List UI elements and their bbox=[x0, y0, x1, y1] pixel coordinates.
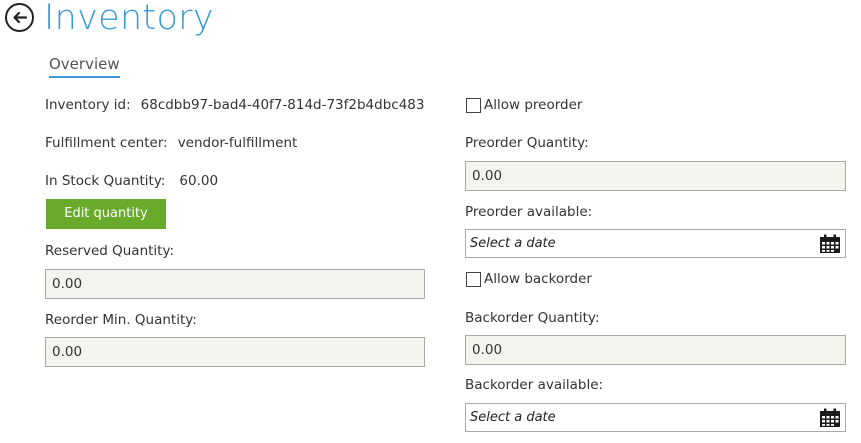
preorder-quantity-label: Preorder Quantity: bbox=[465, 135, 589, 151]
reorder-min-quantity-field[interactable]: 0.00 bbox=[45, 337, 425, 367]
inventory-id-label: Inventory id: bbox=[45, 97, 131, 113]
edit-quantity-button[interactable]: Edit quantity bbox=[46, 199, 166, 229]
inventory-id-value: 68cdbb97-bad4-40f7-814d-73f2b4dbc483 bbox=[140, 97, 425, 113]
fulfillment-row: Fulfillment center: vendor-fulfillment bbox=[45, 135, 297, 151]
reserved-quantity-field[interactable]: 0.00 bbox=[45, 269, 425, 299]
backorder-available-label: Backorder available: bbox=[465, 377, 604, 393]
tab-overview[interactable]: Overview bbox=[49, 55, 120, 78]
instock-quantity-label: In Stock Quantity: bbox=[45, 173, 166, 189]
allow-preorder-checkbox[interactable] bbox=[466, 98, 481, 113]
back-button[interactable] bbox=[5, 3, 34, 32]
preorder-available-label: Preorder available: bbox=[465, 204, 593, 220]
back-arrow-icon bbox=[13, 11, 28, 24]
preorder-quantity-field[interactable]: 0.00 bbox=[465, 161, 846, 191]
allow-backorder-label: Allow backorder bbox=[484, 271, 592, 287]
inventory-id-row: Inventory id: 68cdbb97-bad4-40f7-814d-73f… bbox=[45, 97, 424, 113]
allow-preorder-label: Allow preorder bbox=[484, 97, 583, 113]
preorder-date-placeholder: Select a date bbox=[470, 236, 556, 251]
fulfillment-center-label: Fulfillment center: bbox=[45, 135, 168, 151]
instock-row: In Stock Quantity: 60.00 bbox=[45, 173, 218, 189]
preorder-date-picker[interactable]: Select a date bbox=[465, 229, 846, 258]
backorder-date-picker[interactable]: Select a date bbox=[465, 403, 846, 432]
reserved-quantity-label: Reserved Quantity: bbox=[45, 243, 175, 259]
backorder-quantity-field[interactable]: 0.00 bbox=[465, 335, 846, 365]
allow-backorder-checkbox[interactable] bbox=[466, 272, 481, 287]
page-title: Inventory bbox=[44, 0, 214, 38]
reorder-min-quantity-label: Reorder Min. Quantity: bbox=[45, 312, 197, 328]
calendar-icon[interactable] bbox=[819, 234, 841, 254]
instock-quantity-value: 60.00 bbox=[179, 173, 219, 189]
calendar-icon[interactable] bbox=[819, 408, 841, 428]
fulfillment-center-value: vendor-fulfillment bbox=[177, 135, 298, 151]
backorder-quantity-label: Backorder Quantity: bbox=[465, 310, 600, 326]
backorder-date-placeholder: Select a date bbox=[470, 410, 556, 425]
